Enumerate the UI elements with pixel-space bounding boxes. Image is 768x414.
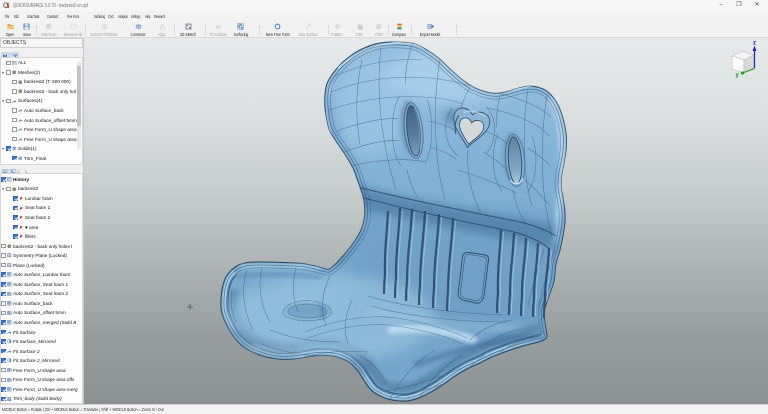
svg-text:z: z (753, 41, 756, 47)
svg-text:y: y (736, 73, 740, 79)
